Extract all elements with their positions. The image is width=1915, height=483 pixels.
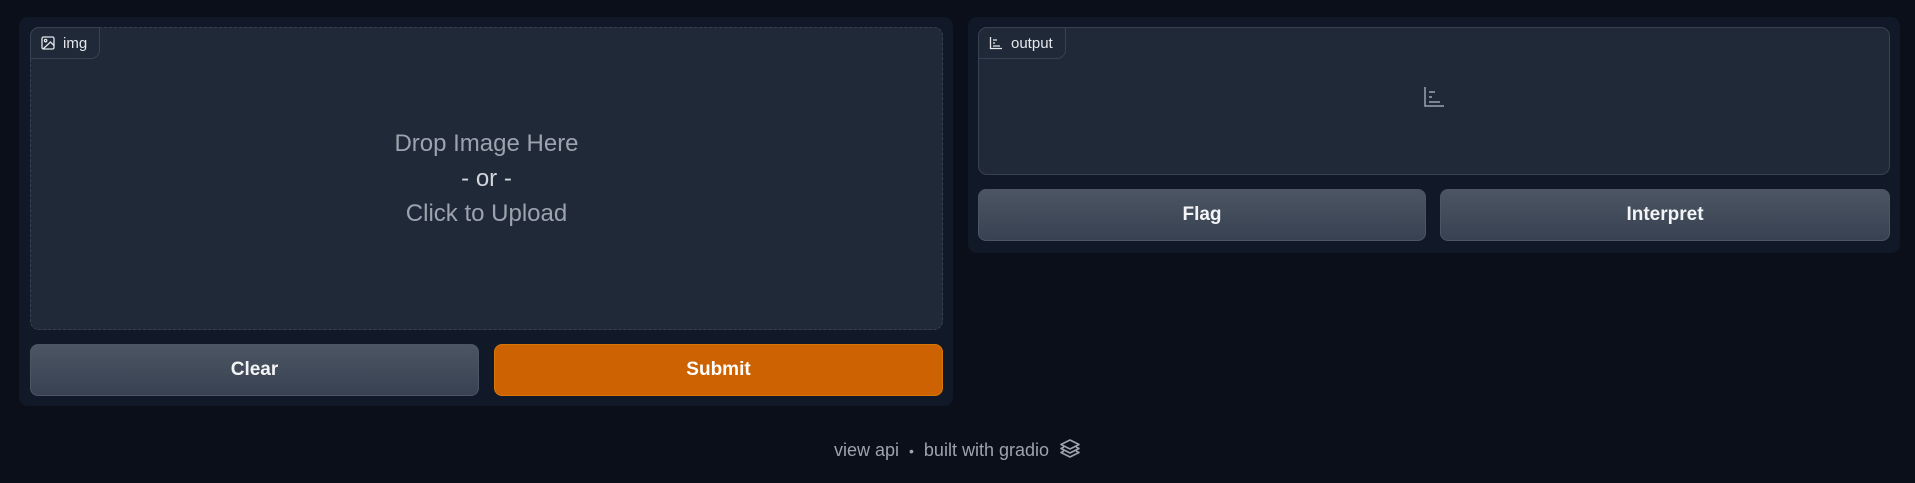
drop-or-text: - or - <box>461 165 512 192</box>
output-label-text: output <box>1011 34 1053 52</box>
output-label: output <box>978 27 1066 59</box>
input-panel: img Drop Image Here - or - Click to Uplo… <box>19 17 953 406</box>
flag-button[interactable]: Flag <box>978 189 1426 241</box>
footer-separator: • <box>909 442 914 459</box>
image-upload-dropzone[interactable]: img Drop Image Here - or - Click to Uplo… <box>30 27 943 330</box>
empty-output-icon <box>1423 86 1445 113</box>
img-label: img <box>30 27 101 59</box>
submit-button[interactable]: Submit <box>494 344 943 396</box>
img-label-text: img <box>63 34 88 52</box>
output-label-block: output <box>978 27 1890 175</box>
gradio-logo-icon <box>1059 438 1081 463</box>
interpret-button[interactable]: Interpret <box>1440 189 1890 241</box>
built-with-gradio-link[interactable]: built with gradio <box>924 440 1049 461</box>
image-icon <box>41 36 55 50</box>
clear-button[interactable]: Clear <box>30 344 479 396</box>
drop-instructions: Drop Image Here - or - Click to Upload <box>31 126 942 231</box>
view-api-link[interactable]: view api <box>834 440 899 461</box>
footer: view api • built with gradio <box>0 438 1915 463</box>
output-panel: output Flag Interpret <box>968 17 1900 253</box>
bar-chart-icon <box>989 36 1003 50</box>
click-to-upload-text: Click to Upload <box>405 200 568 227</box>
drop-image-text: Drop Image Here <box>394 130 579 157</box>
